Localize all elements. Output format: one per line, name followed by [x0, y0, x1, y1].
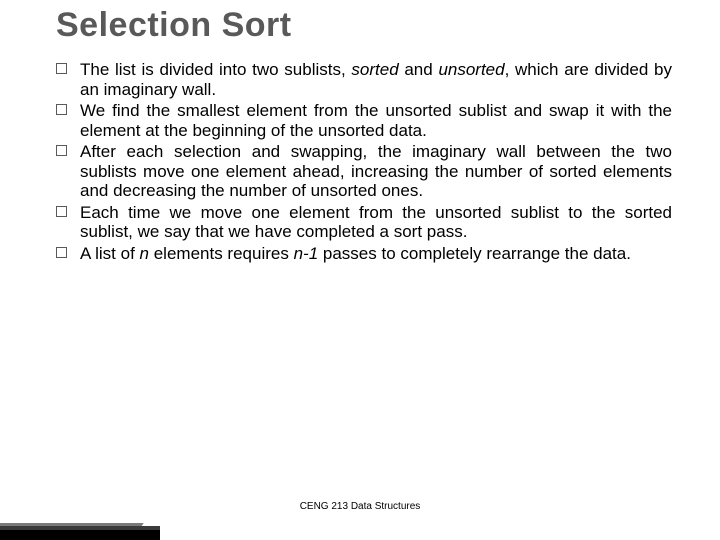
- italic-term: sorted: [351, 60, 398, 79]
- square-bullet-icon: [56, 145, 67, 156]
- bullet-text-part: A list of: [80, 244, 140, 263]
- bullet-item: After each selection and swapping, the i…: [80, 142, 672, 201]
- italic-term: n-1: [294, 244, 319, 263]
- bullet-item: The list is divided into two sublists, s…: [80, 60, 672, 99]
- slide-body: The list is divided into two sublists, s…: [80, 60, 672, 265]
- italic-term: n: [140, 244, 149, 263]
- slide: Selection Sort The list is divided into …: [0, 0, 720, 540]
- square-bullet-icon: [56, 247, 67, 258]
- bullet-item: A list of n elements requires n-1 passes…: [80, 244, 672, 264]
- bullet-text: After each selection and swapping, the i…: [80, 142, 672, 200]
- bullet-text-part: and: [399, 60, 439, 79]
- bullet-text: Each time we move one element from the u…: [80, 203, 672, 242]
- bullet-text-part: elements requires: [149, 244, 294, 263]
- slide-title: Selection Sort: [56, 6, 292, 45]
- bullet-text-part: passes to completely rearrange the data.: [318, 244, 631, 263]
- corner-accent-icon: [0, 496, 160, 540]
- square-bullet-icon: [56, 206, 67, 217]
- bullet-text-part: The list is divided into two sublists,: [80, 60, 351, 79]
- bullet-item: Each time we move one element from the u…: [80, 203, 672, 242]
- italic-term: unsorted: [438, 60, 504, 79]
- bullet-item: We find the smallest element from the un…: [80, 101, 672, 140]
- square-bullet-icon: [56, 104, 67, 115]
- square-bullet-icon: [56, 63, 67, 74]
- bullet-text: We find the smallest element from the un…: [80, 101, 672, 140]
